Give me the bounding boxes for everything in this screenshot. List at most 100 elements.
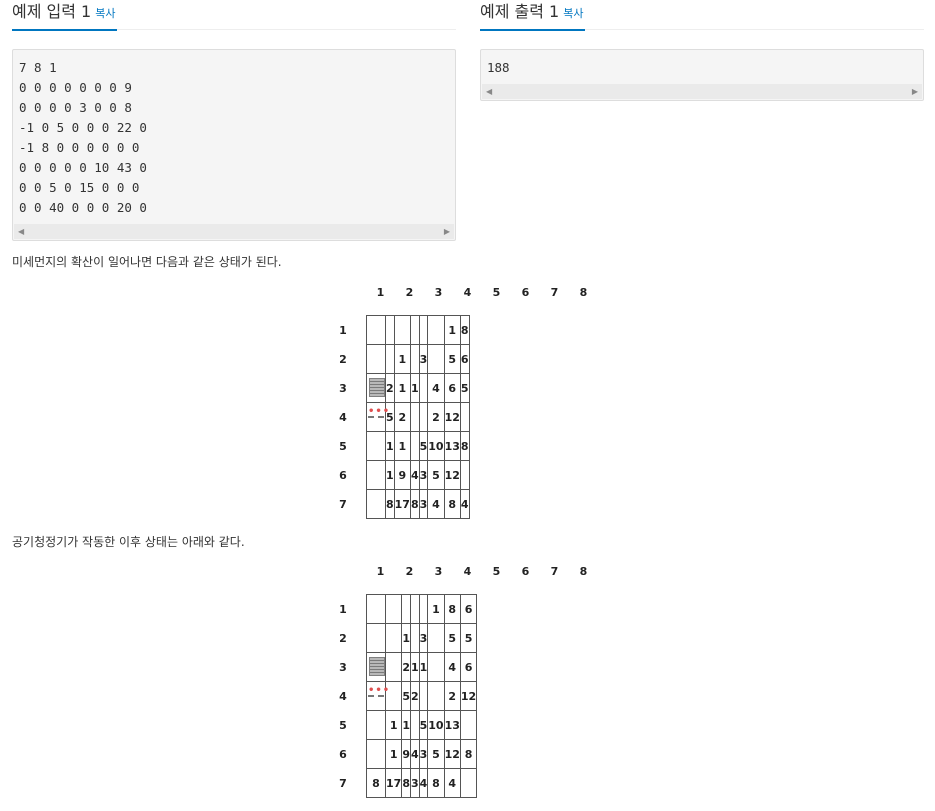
- grid-cell: 1: [401, 710, 411, 740]
- sample-output-header: 예제 출력 1 복사: [480, 0, 924, 31]
- grid-cell: 4: [409, 460, 420, 490]
- sample-input-text: 7 8 1 0 0 0 0 0 0 0 9 0 0 0 0 3 0 0 8 -1…: [13, 50, 455, 218]
- grid-cell: 8: [459, 315, 470, 345]
- row-header: 5: [339, 440, 347, 453]
- column-header: 6: [521, 565, 530, 578]
- sample-input-header: 예제 입력 1 복사: [12, 0, 456, 31]
- column-header: 1: [376, 286, 385, 299]
- grid-cell: 2: [409, 681, 420, 711]
- grid-cell: 1: [384, 739, 403, 769]
- grid-cell: [384, 623, 403, 653]
- grid-cell: [427, 623, 445, 653]
- air-purifier-bottom-icon: •••: [366, 402, 389, 432]
- grid-cell: 6: [443, 373, 461, 403]
- column-header: 5: [492, 565, 501, 578]
- column-header: 2: [405, 565, 414, 578]
- column-header: 3: [434, 286, 443, 299]
- grid-cell: [418, 315, 429, 345]
- grid-cell: [366, 739, 386, 769]
- row-header: 3: [339, 382, 347, 395]
- sample-line: 0 0 0 0 3 0 0 8: [19, 100, 132, 115]
- grid-cell: 8: [427, 768, 445, 798]
- grid-cell: 9: [401, 739, 411, 769]
- sample-output-section: 예제 출력 1 복사: [480, 0, 924, 31]
- air-purifier-icon: •••: [367, 685, 389, 705]
- grid-cell: [409, 431, 420, 461]
- air-purifier-top-icon: [366, 652, 386, 682]
- grid-cell: 3: [418, 344, 429, 374]
- row-header: 4: [339, 690, 347, 703]
- grid-cell: [385, 344, 395, 374]
- scroll-right-arrow-icon[interactable]: ▶: [912, 87, 918, 96]
- grid-cell: [366, 431, 386, 461]
- column-header: 5: [492, 286, 501, 299]
- grid-cell: 4: [418, 768, 429, 798]
- grid-cell: 1: [401, 623, 411, 653]
- sample-input-section: 예제 입력 1 복사: [12, 0, 456, 31]
- grid-cell: 12: [459, 681, 478, 711]
- grid-cell: [366, 315, 386, 345]
- grid-cell: [409, 623, 420, 653]
- grid-cell: 3: [418, 460, 429, 490]
- grid-row: 1 1 5 10 13: [366, 710, 478, 740]
- grid-cell: 1: [393, 431, 411, 461]
- grid-cell: [366, 344, 386, 374]
- scroll-left-arrow-icon[interactable]: ◀: [18, 227, 24, 236]
- grid-cell: [366, 594, 386, 624]
- sample-line: 188: [487, 60, 510, 75]
- grid-cell: 3: [418, 489, 429, 519]
- row-header: 1: [339, 603, 347, 616]
- grid-cell: 4: [459, 489, 470, 519]
- grid-cell: 5: [443, 344, 461, 374]
- scroll-right-arrow-icon[interactable]: ▶: [444, 227, 450, 236]
- grid-cell: 12: [443, 460, 461, 490]
- grid-cell: 4: [427, 489, 445, 519]
- grid-cell: 8: [443, 489, 461, 519]
- diffusion-description: 미세먼지의 확산이 일어나면 다음과 같은 상태가 된다.: [12, 255, 282, 269]
- grid-cell: 4: [443, 768, 461, 798]
- grid-cell: [427, 315, 445, 345]
- row-header: 5: [339, 719, 347, 732]
- grid-row: 8 17 8 3 4 8 4: [366, 489, 470, 519]
- copy-input-button[interactable]: 복사: [95, 7, 115, 20]
- grid-cell: 1: [427, 594, 445, 624]
- grid-cell: [401, 594, 411, 624]
- grid-cell: [366, 623, 386, 653]
- row-header: 4: [339, 411, 347, 424]
- scroll-left-arrow-icon[interactable]: ◀: [486, 87, 492, 96]
- grid-cell: 8: [366, 768, 386, 798]
- grid-cell: 10: [427, 710, 445, 740]
- grid-cell: [427, 681, 445, 711]
- copy-output-button[interactable]: 복사: [563, 7, 583, 20]
- sample-output-box: 188 ◀ ▶: [480, 49, 924, 101]
- sample-input-box: 7 8 1 0 0 0 0 0 0 0 9 0 0 0 0 3 0 0 8 -1…: [12, 49, 456, 241]
- grid-cell: 3: [409, 768, 420, 798]
- grid-cell: [459, 460, 470, 490]
- sample-line: 7 8 1: [19, 60, 57, 75]
- dust-grid: 1 8 6 1 3 5 5 2 1 1 4 6 ••• 5 2 2 12 1 1 5 10 13 1 9 4 3 5 12 8 8 17 8 3…: [366, 594, 478, 798]
- column-header: 7: [550, 565, 559, 578]
- air-purifier-icon: •••: [367, 406, 389, 426]
- grid-cell: 6: [459, 344, 470, 374]
- grid-cell: [384, 594, 403, 624]
- grid-cell: 3: [418, 623, 429, 653]
- grid-cell: [384, 652, 403, 682]
- grid-cell: 3: [418, 739, 429, 769]
- input-horizontal-scrollbar[interactable]: ◀ ▶: [14, 224, 454, 239]
- air-purifier-icon: [367, 377, 385, 397]
- sample-output-text: 188: [481, 50, 923, 78]
- grid-cell: [427, 344, 445, 374]
- column-header: 8: [579, 565, 588, 578]
- grid-cell: 8: [443, 594, 461, 624]
- output-horizontal-scrollbar[interactable]: ◀ ▶: [482, 84, 922, 99]
- grid-cell: 2: [401, 652, 411, 682]
- grid-cell: 9: [393, 460, 411, 490]
- column-header: 7: [550, 286, 559, 299]
- sample-line: -1 8 0 0 0 0 0 0: [19, 140, 140, 155]
- row-header: 2: [339, 353, 347, 366]
- sample-line: 0 0 0 0 0 10 43 0: [19, 160, 147, 175]
- grid-cell: 13: [443, 431, 461, 461]
- grid-cell: 1: [393, 344, 411, 374]
- grid-cell: [409, 402, 420, 432]
- grid-cell: 4: [409, 739, 420, 769]
